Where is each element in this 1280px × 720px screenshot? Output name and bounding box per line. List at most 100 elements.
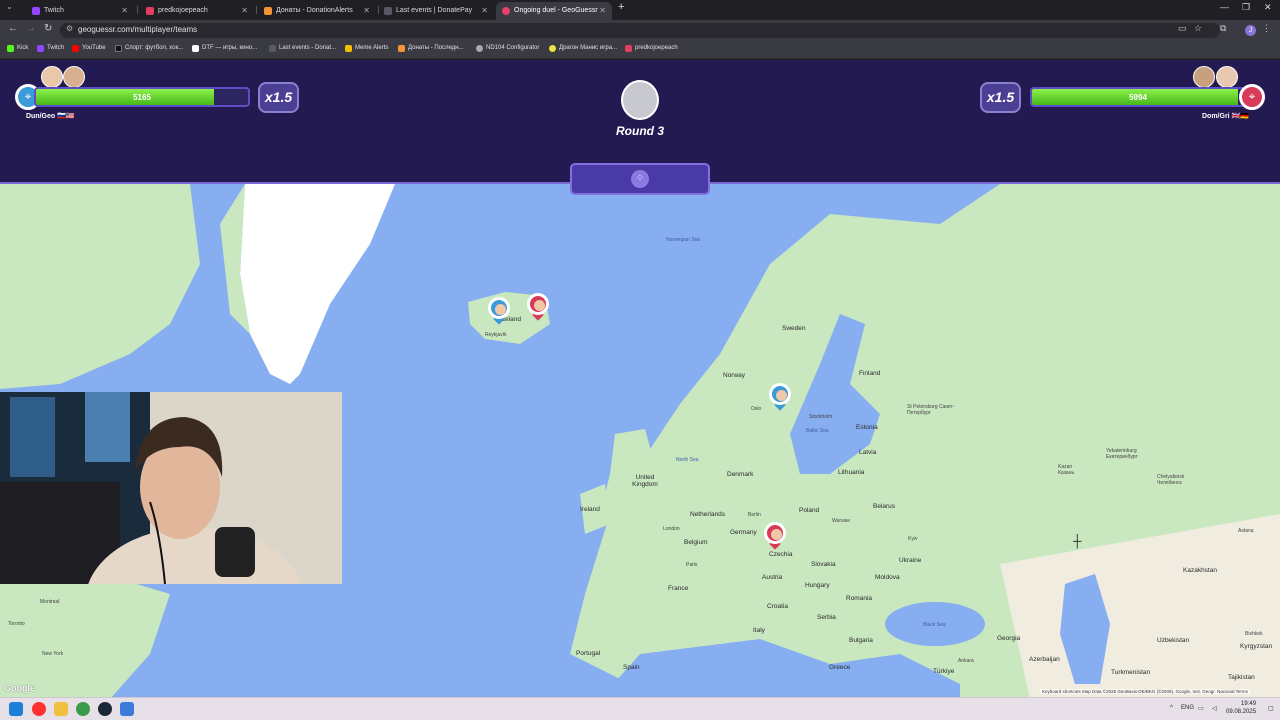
player-face-icon: [495, 304, 506, 315]
bookmark-predkojoepeach[interactable]: predkojoepeach: [625, 45, 678, 52]
close-window-button[interactable]: ✕: [1264, 2, 1272, 13]
tab-geoguessr[interactable]: Ongoing duel - GeoGuessr ✕: [496, 2, 612, 20]
tray-chevron-icon[interactable]: ^: [1170, 705, 1173, 711]
dragon-game-icon: [549, 45, 556, 52]
close-tab-icon[interactable]: ✕: [121, 2, 128, 20]
bookmark-label: predkojoepeach: [635, 45, 678, 51]
map-city-new-york: New York: [42, 651, 64, 657]
map-city-toronto: Toronto: [8, 621, 25, 627]
donatepay-icon: [384, 7, 392, 15]
map-label-kazakhstan: Kazakhstan: [1183, 567, 1217, 574]
guess-pin-red[interactable]: [764, 522, 786, 550]
tab-label: predkojoepeach: [158, 7, 208, 14]
system-clock[interactable]: 19:49 09.08.2025: [1226, 700, 1256, 716]
bookmark-donatepay[interactable]: Last events - Donat...: [269, 45, 336, 52]
steam-icon[interactable]: [98, 702, 112, 716]
left-player-avatar: [63, 66, 85, 88]
tab-label: Донаты - DonationAlerts: [276, 7, 353, 14]
cast-icon[interactable]: ▭: [1178, 23, 1187, 34]
windows-start-icon[interactable]: [9, 702, 23, 716]
file-explorer-icon[interactable]: [54, 702, 68, 716]
chrome-icon[interactable]: [76, 702, 90, 716]
language-indicator[interactable]: ENG: [1181, 705, 1194, 711]
bookmark-dtf[interactable]: DTF — игры, кино...: [192, 45, 257, 52]
windows-taskbar: ^ ENG ▭ ◁ 19:49 09.08.2025 ▢: [0, 697, 1280, 720]
map-label-croatia: Croatia: [767, 603, 788, 610]
profile-avatar[interactable]: J: [1245, 25, 1256, 36]
bookmark-dragon[interactable]: Драгон Манис игра...: [549, 45, 617, 52]
bookmark-youtube[interactable]: YouTube: [72, 45, 106, 52]
map-label-ukraine: Ukraine: [899, 557, 922, 564]
map-label-turkiye: Türkiye: [933, 668, 955, 675]
channel-icon: [625, 45, 632, 52]
browser-menu-icon[interactable]: ⋮: [1262, 23, 1271, 34]
map-label-north-sea: North Sea: [676, 457, 699, 463]
map-label-czechia: Czechia: [769, 551, 793, 558]
bookmark-star-icon[interactable]: ☆: [1194, 23, 1202, 34]
canada-land: [0, 184, 200, 389]
waiting-spinner-icon: ⁘: [631, 170, 649, 188]
map-label-lithuania: Lithuania: [838, 469, 865, 476]
reload-button[interactable]: ↻: [44, 23, 52, 34]
memealerts-icon: [345, 45, 352, 52]
tab-divider: [256, 6, 257, 14]
minimize-button[interactable]: —: [1220, 2, 1229, 12]
url-text[interactable]: geoguessr.com/multiplayer/teams: [78, 25, 197, 34]
map-label-finland: Finland: [859, 370, 881, 377]
map-attribution[interactable]: Keyboard shortcuts Map Data ©2025 GeoBas…: [1040, 689, 1250, 694]
back-button[interactable]: ←: [8, 23, 18, 34]
guess-pin-blue[interactable]: [488, 297, 510, 325]
twitch-icon: [37, 45, 44, 52]
forward-button[interactable]: →: [26, 23, 36, 34]
map-label-ireland: Ireland: [580, 506, 600, 513]
channel-icon: [146, 7, 154, 15]
guess-pin-blue[interactable]: [769, 383, 791, 411]
map-label-georgia: Georgia: [997, 635, 1021, 642]
tab-search-icon[interactable]: ⌄: [6, 2, 13, 11]
bookmark-twitch[interactable]: Twitch: [37, 45, 64, 52]
close-tab-icon[interactable]: ✕: [481, 2, 488, 20]
new-tab-button[interactable]: +: [618, 1, 624, 13]
browser-toolbar: ← → ↻ ⚙ geoguessr.com/multiplayer/teams …: [0, 20, 1280, 41]
map-label-moldova: Moldova: [875, 574, 900, 581]
site-info-icon[interactable]: ⚙: [66, 24, 73, 33]
right-player-avatar: [1193, 66, 1215, 88]
guess-pin-red[interactable]: [527, 293, 549, 321]
bookmark-kick[interactable]: Kick: [7, 45, 28, 52]
tab-predkojoepeach[interactable]: predkojoepeach ✕: [140, 2, 254, 20]
close-tab-icon[interactable]: ✕: [363, 2, 370, 20]
map-city-warsaw: Warsaw: [832, 518, 850, 524]
close-tab-icon[interactable]: ✕: [241, 2, 248, 20]
tab-donationalerts[interactable]: Донаты - DonationAlerts ✕: [258, 2, 376, 20]
address-bar[interactable]: ⚙ geoguessr.com/multiplayer/teams: [60, 23, 1220, 38]
notifications-icon[interactable]: ▢: [1268, 705, 1274, 712]
tab-donatepay[interactable]: Last events | DonatePay ✕: [378, 2, 494, 20]
map-city-chelyabinsk: Chelyabinsk Челябинск: [1157, 474, 1185, 486]
map-city-oslo: Oslo: [751, 406, 762, 412]
volume-icon[interactable]: ◁: [1212, 705, 1217, 712]
extensions-icon[interactable]: ⧉: [1220, 23, 1226, 34]
bookmark-label: YouTube: [82, 45, 106, 51]
close-tab-icon[interactable]: ✕: [599, 2, 606, 20]
yandex-browser-icon[interactable]: [32, 702, 46, 716]
bookmark-memealerts[interactable]: Meme Alerts: [345, 45, 388, 52]
tab-twitch[interactable]: Twitch ✕: [26, 2, 134, 20]
left-damage-multiplier: x1.5: [258, 82, 299, 113]
donationalerts-icon: [398, 45, 405, 52]
maximize-button[interactable]: ❐: [1242, 2, 1250, 13]
map-label-belarus: Belarus: [873, 503, 896, 510]
map-label-portugal: Portugal: [576, 650, 601, 657]
map-label-tajikistan: Tajikistan: [1228, 674, 1255, 681]
network-icon[interactable]: ▭: [1198, 705, 1204, 712]
tab-strip: ⌄ Twitch ✕ predkojoepeach ✕ Донаты - Don…: [0, 0, 1280, 20]
webcam-image: [0, 392, 342, 584]
bookmark-nd104[interactable]: ND104 Configurator: [476, 45, 539, 52]
map-label-black-sea: Black Sea: [923, 622, 946, 628]
bookmark-sport[interactable]: Спорт: футбол, хок...: [115, 45, 183, 52]
map-label-romania: Romania: [846, 595, 873, 602]
map-label-slovakia: Slovakia: [811, 561, 836, 568]
app-icon[interactable]: [120, 702, 134, 716]
tab-divider: [137, 6, 138, 14]
round-title: Round 3: [616, 124, 664, 138]
bookmark-donationalerts[interactable]: Донаты - Последн...: [398, 45, 464, 52]
